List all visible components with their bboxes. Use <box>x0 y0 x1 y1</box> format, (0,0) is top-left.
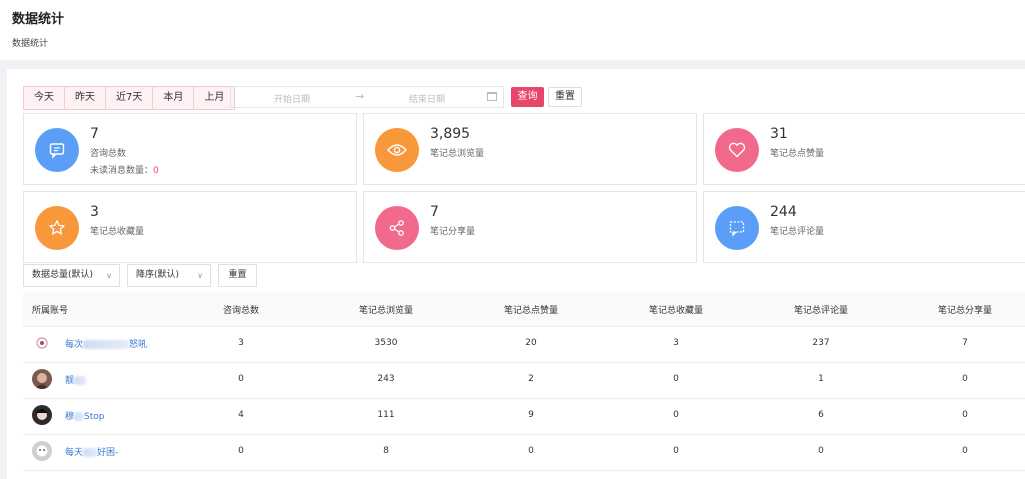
quick-today-button[interactable]: 今天 <box>24 87 65 109</box>
stat-card-shares: 7 笔记分享量 <box>363 191 697 263</box>
comments-total-value: 244 <box>770 204 797 220</box>
share-icon <box>375 206 419 250</box>
cell-comments: 1 <box>818 374 824 384</box>
heart-icon <box>715 128 759 172</box>
cell-views: 8 <box>383 446 389 456</box>
end-date-input[interactable]: 结束日期 <box>409 92 445 105</box>
stat-card-consult: 7 咨询总数 未读消息数量：0 <box>23 113 357 185</box>
cell-comments: 237 <box>812 338 830 348</box>
table-header: 所属账号 咨询总数 笔记总浏览量 笔记总点赞量 笔记总收藏量 笔记总评论量 笔记… <box>23 292 1025 327</box>
comments-total-label: 笔记总评论量 <box>770 227 825 237</box>
cell-consult: 0 <box>238 446 244 456</box>
consult-total-label: 咨询总数 <box>90 149 127 159</box>
cell-favorites: 3 <box>673 338 679 348</box>
reset-filter-button[interactable]: 重置 <box>548 87 582 107</box>
account-name[interactable]: 每天 好困- <box>65 445 118 458</box>
cell-comments: 6 <box>818 410 824 420</box>
stat-card-comments: 244 笔记总评论量 <box>703 191 1025 263</box>
favorites-total-label: 笔记总收藏量 <box>90 227 145 237</box>
account-name[interactable]: 每次 怒吼 <box>65 337 147 350</box>
account-name[interactable]: 靓 <box>65 373 87 386</box>
table-row[interactable]: 每天 好困- 0 8 0 0 0 0 <box>23 434 1025 471</box>
likes-total-label: 笔记总点赞量 <box>770 149 825 159</box>
shares-total-label: 笔记分享量 <box>430 227 476 237</box>
views-total-value: 3,895 <box>430 126 471 142</box>
reset-sort-button[interactable]: 重置 <box>218 264 257 287</box>
quick-date-group: 今天 昨天 近7天 本月 上月 <box>23 86 236 110</box>
query-button[interactable]: 查询 <box>511 87 544 107</box>
page-title: 数据统计 <box>12 12 65 27</box>
col-comments: 笔记总评论量 <box>793 306 849 316</box>
breadcrumb: 数据统计 <box>12 39 49 49</box>
cell-likes: 2 <box>528 374 534 384</box>
unread-label: 未读消息数量： <box>90 166 154 176</box>
cell-views: 243 <box>377 374 395 384</box>
account-name[interactable]: 穆 Stop <box>65 409 104 422</box>
favorites-total-value: 3 <box>90 204 99 220</box>
col-consult: 咨询总数 <box>222 306 260 316</box>
views-total-label: 笔记总浏览量 <box>430 149 485 159</box>
likes-total-value: 31 <box>770 126 788 142</box>
cell-consult: 3 <box>238 338 244 348</box>
account-cell[interactable]: 靓 <box>32 369 87 389</box>
stat-card-views: 3,895 笔记总浏览量 <box>363 113 697 185</box>
cell-shares: 0 <box>962 374 968 384</box>
cell-views: 111 <box>377 410 395 420</box>
col-account: 所属账号 <box>32 306 69 316</box>
cell-views: 3530 <box>374 338 398 348</box>
quick-7days-button[interactable]: 近7天 <box>106 87 154 109</box>
cell-consult: 4 <box>238 410 244 420</box>
sort-field-value: 数据总量(默认) <box>32 270 94 280</box>
range-arrow-icon: → <box>355 90 365 103</box>
avatar <box>32 405 52 425</box>
cell-favorites: 0 <box>673 446 679 456</box>
col-shares: 笔记总分享量 <box>937 306 993 316</box>
stat-card-favorites: 3 笔记总收藏量 <box>23 191 357 263</box>
cell-likes: 9 <box>528 410 534 420</box>
table-row[interactable]: 靓 0 243 2 0 1 0 <box>23 362 1025 399</box>
col-favorites: 笔记总收藏量 <box>648 306 704 316</box>
account-cell[interactable]: 每次 怒吼 <box>32 333 147 353</box>
sort-order-value: 降序(默认) <box>136 270 180 280</box>
col-likes: 笔记总点赞量 <box>503 306 559 316</box>
unread-count: 未读消息数量：0 <box>90 163 159 176</box>
cell-comments: 0 <box>818 446 824 456</box>
sort-field-select[interactable]: 数据总量(默认) ∨ <box>23 264 120 287</box>
quick-this-month-button[interactable]: 本月 <box>153 87 195 109</box>
calendar-icon <box>487 92 497 101</box>
quick-yesterday-button[interactable]: 昨天 <box>65 87 106 109</box>
cell-favorites: 0 <box>673 410 679 420</box>
comment-icon <box>715 206 759 250</box>
sort-order-select[interactable]: 降序(默认) ∨ <box>127 264 211 287</box>
shares-total-value: 7 <box>430 204 439 220</box>
date-range-picker[interactable]: 开始日期 → 结束日期 <box>230 86 504 108</box>
avatar <box>32 333 52 353</box>
cell-likes: 0 <box>528 446 534 456</box>
cell-consult: 0 <box>238 374 244 384</box>
consult-total-value: 7 <box>90 126 99 142</box>
chevron-down-icon: ∨ <box>106 271 112 280</box>
avatar <box>32 441 52 461</box>
table-row[interactable]: 穆 Stop 4 111 9 0 6 0 <box>23 398 1025 435</box>
chat-icon <box>35 128 79 172</box>
cell-shares: 0 <box>962 446 968 456</box>
cell-likes: 20 <box>525 338 537 348</box>
start-date-input[interactable]: 开始日期 <box>274 92 310 105</box>
cell-shares: 7 <box>962 338 968 348</box>
account-cell[interactable]: 穆 Stop <box>32 405 104 425</box>
chevron-down-icon: ∨ <box>197 271 203 280</box>
unread-value: 0 <box>153 166 159 176</box>
cell-shares: 0 <box>962 410 968 420</box>
cell-favorites: 0 <box>673 374 679 384</box>
col-views: 笔记总浏览量 <box>358 306 414 316</box>
stat-card-likes: 31 笔记总点赞量 <box>703 113 1025 185</box>
table-row[interactable]: 每次 怒吼 3 3530 20 3 237 7 <box>23 326 1025 363</box>
avatar <box>32 369 52 389</box>
page-header: 数据统计 数据统计 <box>0 0 1025 60</box>
quick-last-month-button[interactable]: 上月 <box>194 87 234 109</box>
eye-icon <box>375 128 419 172</box>
star-icon <box>35 206 79 250</box>
account-cell[interactable]: 每天 好困- <box>32 441 118 461</box>
